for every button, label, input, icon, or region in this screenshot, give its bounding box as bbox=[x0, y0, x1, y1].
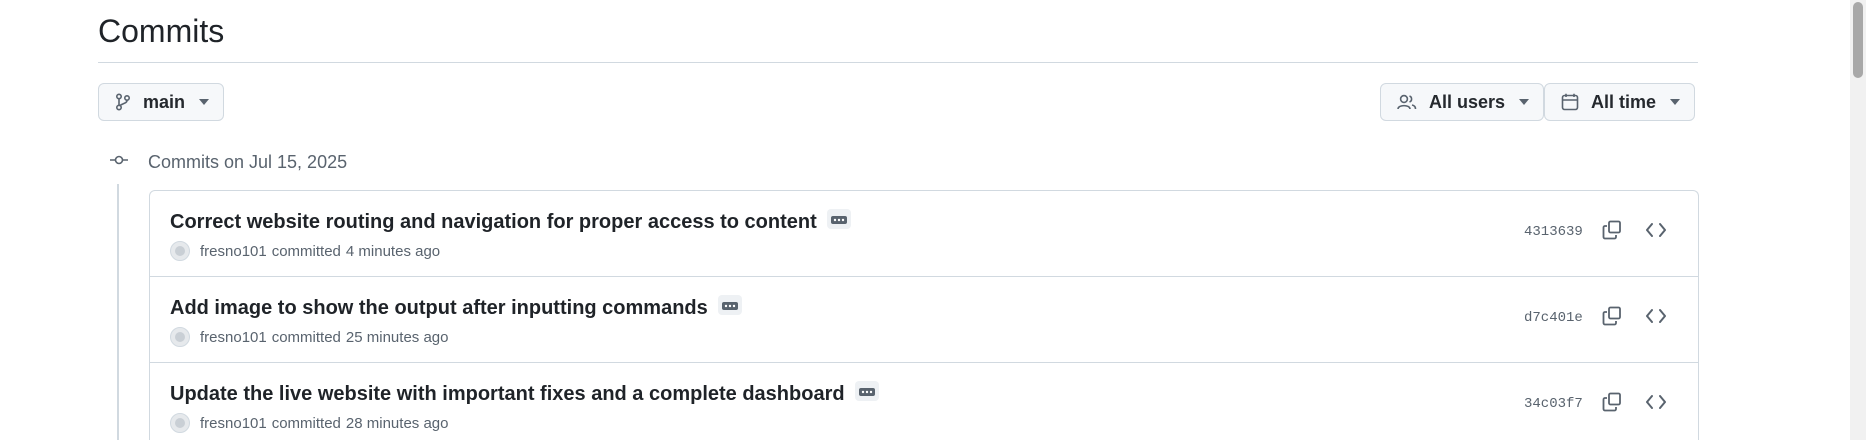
calendar-icon bbox=[1561, 93, 1579, 111]
code-icon bbox=[1646, 222, 1666, 243]
vertical-scrollbar[interactable] bbox=[1850, 0, 1866, 440]
commit-message: Update the live website with important f… bbox=[170, 379, 879, 406]
triangle-down-icon bbox=[1670, 99, 1681, 105]
kebab-horizontal-icon bbox=[858, 379, 875, 402]
time-filter-button[interactable]: All time bbox=[1544, 83, 1696, 121]
expand-message-button[interactable] bbox=[854, 379, 879, 402]
commit-message: Add image to show the output after input… bbox=[170, 293, 742, 320]
commit-meta: fresno101 committed 4 minutes ago bbox=[170, 241, 440, 261]
scrollbar-thumb[interactable] bbox=[1853, 2, 1863, 78]
avatar[interactable] bbox=[170, 241, 190, 261]
commit-message-link[interactable]: Add image to show the output after input… bbox=[170, 297, 708, 320]
kebab-horizontal-icon bbox=[830, 207, 847, 230]
commit-author[interactable]: fresno101 bbox=[200, 415, 267, 432]
commit-time: 25 minutes ago bbox=[345, 328, 449, 346]
commit-list: Correct website routing and navigation f… bbox=[149, 190, 1699, 440]
timeline-line bbox=[117, 184, 119, 440]
commit-date-heading: Commits on Jul 15, 2025 bbox=[148, 151, 348, 172]
avatar[interactable] bbox=[170, 327, 190, 347]
commit-row: Correct website routing and navigation f… bbox=[150, 191, 1698, 277]
git-branch-icon bbox=[115, 93, 131, 111]
copy-sha-button[interactable] bbox=[1596, 216, 1628, 248]
copy-icon bbox=[1602, 306, 1622, 331]
commit-message-link[interactable]: Update the live website with important f… bbox=[170, 383, 845, 406]
commit-author[interactable]: fresno101 bbox=[200, 243, 267, 260]
commit-meta: fresno101 committed 28 minutes ago bbox=[170, 413, 448, 433]
code-icon bbox=[1646, 394, 1666, 415]
commit-row: Update the live website with important f… bbox=[150, 363, 1698, 440]
commit-time: 28 minutes ago bbox=[345, 414, 449, 432]
git-commit-icon bbox=[110, 153, 128, 171]
expand-message-button[interactable] bbox=[826, 207, 851, 230]
browse-repo-button[interactable] bbox=[1640, 388, 1672, 420]
kebab-horizontal-icon bbox=[721, 293, 738, 316]
commit-time: 4 minutes ago bbox=[345, 242, 441, 260]
commit-message-link[interactable]: Correct website routing and navigation f… bbox=[170, 211, 817, 234]
commit-sha[interactable]: 34c03f7 bbox=[1524, 396, 1583, 412]
commits-page: Commits main All users All time Commits … bbox=[0, 0, 1866, 440]
browse-repo-button[interactable] bbox=[1640, 216, 1672, 248]
copy-icon bbox=[1602, 220, 1622, 245]
avatar[interactable] bbox=[170, 413, 190, 433]
people-icon bbox=[1397, 93, 1417, 111]
commit-sha[interactable]: d7c401e bbox=[1524, 310, 1583, 326]
commit-meta: fresno101 committed 25 minutes ago bbox=[170, 327, 448, 347]
triangle-down-icon bbox=[1519, 99, 1530, 105]
commit-action: committed bbox=[271, 414, 341, 432]
commits-toolbar: main All users All time bbox=[98, 83, 1698, 145]
commit-action: committed bbox=[271, 328, 341, 346]
users-filter-button[interactable]: All users bbox=[1380, 83, 1545, 121]
triangle-down-icon bbox=[199, 99, 210, 105]
main-content: Commits main All users All time Commits … bbox=[98, 0, 1699, 440]
copy-icon bbox=[1602, 392, 1622, 417]
users-label: All users bbox=[1429, 91, 1506, 112]
page-title: Commits bbox=[98, 0, 1698, 63]
commit-message: Correct website routing and navigation f… bbox=[170, 207, 851, 234]
commit-action: committed bbox=[271, 242, 341, 260]
browse-repo-button[interactable] bbox=[1640, 302, 1672, 334]
commit-author[interactable]: fresno101 bbox=[200, 329, 267, 346]
code-icon bbox=[1646, 308, 1666, 329]
copy-sha-button[interactable] bbox=[1596, 302, 1628, 334]
timeline-date-header: Commits on Jul 15, 2025 bbox=[98, 146, 1698, 178]
branch-selector-button[interactable]: main bbox=[98, 83, 225, 121]
expand-message-button[interactable] bbox=[717, 293, 742, 316]
commit-row: Add image to show the output after input… bbox=[150, 277, 1698, 363]
copy-sha-button[interactable] bbox=[1596, 388, 1628, 420]
time-label: All time bbox=[1591, 91, 1657, 112]
branch-label: main bbox=[143, 91, 186, 112]
commit-sha[interactable]: 4313639 bbox=[1524, 224, 1583, 240]
